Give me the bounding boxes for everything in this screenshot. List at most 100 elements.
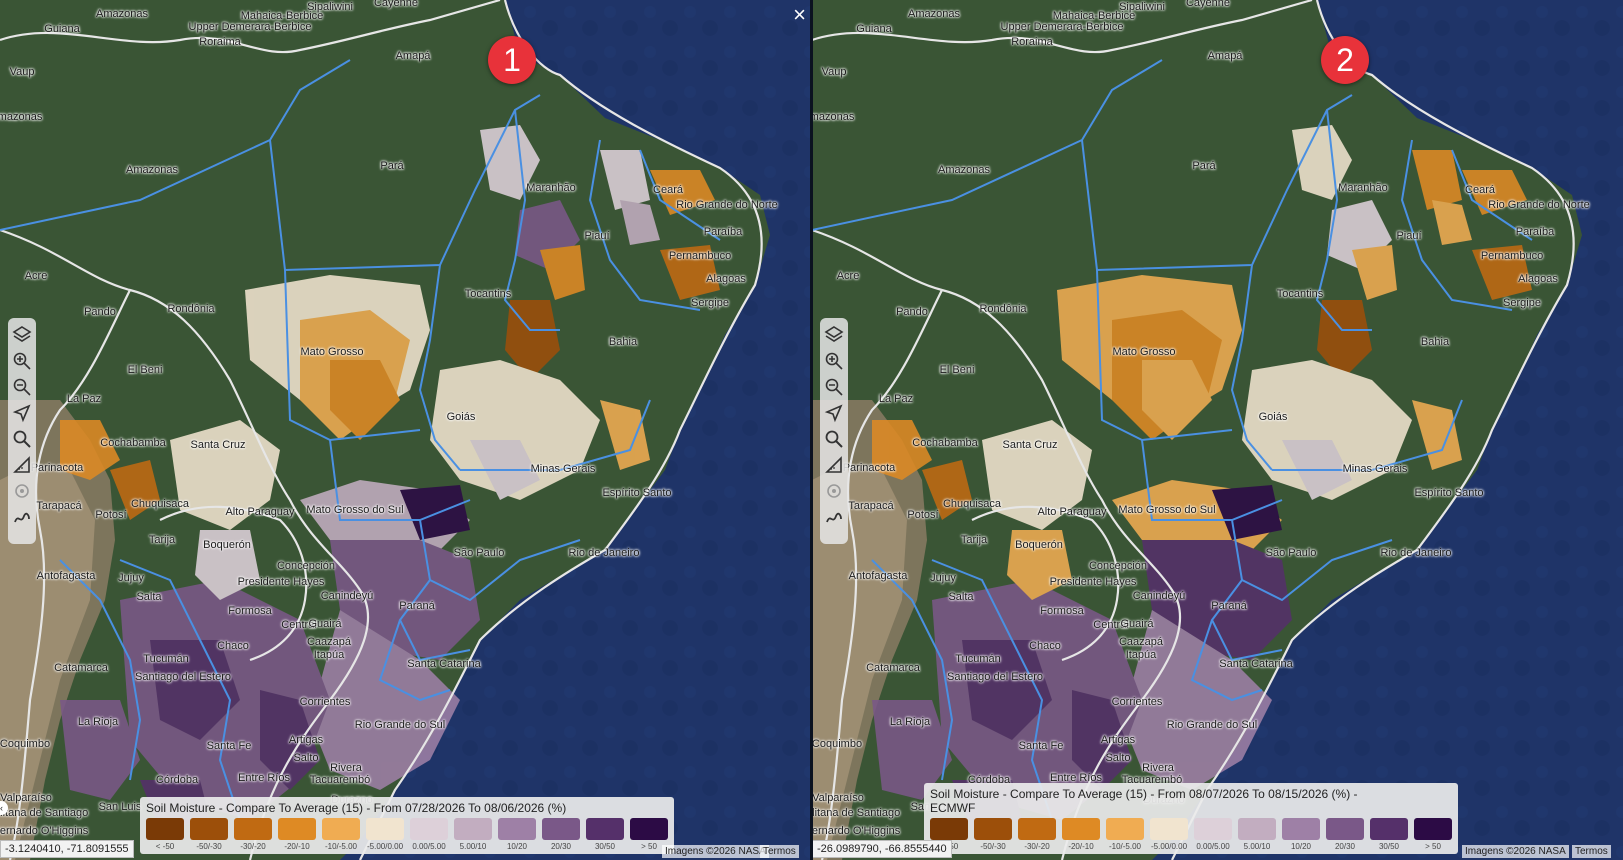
place-label: Rondônia	[167, 303, 215, 315]
legend-swatch	[454, 818, 492, 840]
place-label: Vaup	[9, 66, 35, 78]
search-button[interactable]	[10, 427, 34, 451]
measure-icon	[825, 456, 842, 473]
place-label: Mato Grosso	[300, 346, 364, 358]
terms-link[interactable]: Termos	[760, 845, 799, 858]
place-label: Ceará	[1465, 184, 1495, 196]
coordinate-readout: -26.0989790, -66.8555440	[812, 840, 952, 858]
zoom-out-icon	[13, 378, 31, 396]
place-label: Paraíba	[1515, 226, 1555, 238]
draw-icon	[826, 512, 842, 523]
legend-label: -10/-5.00	[324, 842, 358, 851]
place-label: Amazonas	[938, 164, 990, 176]
legend-item: 5.00/10	[454, 818, 492, 851]
place-label: Cochabamba	[912, 437, 978, 449]
place-label: Antofagasta	[36, 570, 96, 582]
imagery-attribution: Imagens ©2026 NASA	[1462, 845, 1569, 858]
legend-item: -5.00/0.00	[1150, 818, 1188, 851]
place-label: Canindeyú	[320, 590, 374, 602]
legend-item: > 50	[1414, 818, 1452, 851]
legend-label: > 50	[641, 842, 657, 851]
place-label: Alagoas	[706, 273, 746, 285]
map-panel-1[interactable]: Amazonas Guiana Upper Demerara-Berbice Maha…	[0, 0, 812, 860]
layers-button[interactable]	[822, 323, 846, 347]
place-label: Rio Grande do Sul	[1166, 719, 1258, 731]
map-panel-2[interactable]: Amazonas Guiana Upper Demerara-Berbice Maha…	[812, 0, 1623, 860]
place-label: Mato Grosso do Sul	[306, 504, 404, 516]
place-label: Salta	[948, 591, 974, 603]
legend-swatch	[542, 818, 580, 840]
place-label: Alto Paraguay	[1037, 506, 1107, 518]
legend-item: -20/-10	[1062, 818, 1100, 851]
navigate-button[interactable]	[10, 401, 34, 425]
legend-swatch	[146, 818, 184, 840]
legend-label: -10/-5.00	[1108, 842, 1142, 851]
place-label: Pando	[84, 306, 116, 318]
place-label: Sergipe	[1503, 297, 1541, 309]
zoom-out-button[interactable]	[822, 375, 846, 399]
legend-swatch	[278, 818, 316, 840]
place-label: Presidente Hayes	[1049, 576, 1137, 588]
close-icon[interactable]: ×	[793, 2, 806, 28]
place-label: Santa Cruz	[1002, 439, 1058, 451]
place-label: Vaup	[821, 66, 847, 78]
map-canvas[interactable]	[0, 0, 812, 860]
place-label: Pará	[1192, 160, 1216, 172]
place-label: Minas Gerais	[530, 463, 596, 475]
legend-title: Soil Moisture - Compare To Average (15) …	[146, 801, 567, 815]
navigate-button[interactable]	[822, 401, 846, 425]
locate-icon	[15, 484, 29, 498]
legend-item: 0.00/5.00	[1194, 818, 1232, 851]
locate-button[interactable]	[822, 479, 846, 503]
legend-item: 30/50	[586, 818, 624, 851]
legend-item: -30/-20	[234, 818, 272, 851]
place-label: Pando	[896, 306, 928, 318]
place-label: Santa Fe	[1018, 740, 1064, 752]
place-label: Corrientes	[1111, 696, 1163, 708]
place-label: Corrientes	[299, 696, 351, 708]
measure-button[interactable]	[822, 453, 846, 477]
legend-label: 5.00/10	[459, 842, 487, 851]
coordinate-readout: -3.1240410, -71.8091555	[0, 840, 134, 858]
place-label: mazonas	[0, 111, 43, 123]
place-label: Paraná	[399, 600, 435, 612]
zoom-out-button[interactable]	[10, 375, 34, 399]
place-label: Acre	[24, 270, 48, 282]
measure-button[interactable]	[10, 453, 34, 477]
place-label: Maranhão	[526, 182, 576, 194]
draw-button[interactable]	[10, 505, 34, 529]
legend-swatch	[498, 818, 536, 840]
place-label: Bahia	[1420, 336, 1450, 348]
place-label: Guiana	[856, 23, 892, 35]
draw-button[interactable]	[822, 505, 846, 529]
place-label: La Rioja	[77, 716, 119, 728]
place-label: Sipaliwini	[307, 1, 353, 13]
legend-label: 10/20	[506, 842, 528, 851]
map-canvas[interactable]	[812, 0, 1623, 860]
legend-label: -5.00/0.00	[366, 842, 404, 851]
place-label: Alto Paraguay	[225, 506, 295, 518]
panel-number-marker: 2	[1321, 36, 1369, 84]
place-label: La Rioja	[889, 716, 931, 728]
place-label: Tocantins	[464, 288, 512, 300]
place-label: Maranhão	[1338, 182, 1388, 194]
terms-link[interactable]: Termos	[1572, 845, 1611, 858]
zoom-in-button[interactable]	[10, 349, 34, 373]
place-label: Formosa	[1040, 605, 1084, 617]
locate-button[interactable]	[10, 479, 34, 503]
navigate-icon	[12, 404, 31, 423]
zoom-in-button[interactable]	[822, 349, 846, 373]
layers-button[interactable]	[10, 323, 34, 347]
place-label: São Paulo	[1265, 547, 1317, 559]
search-button[interactable]	[822, 427, 846, 451]
place-label: La Paz	[66, 393, 102, 405]
place-label: São Paulo	[453, 547, 505, 559]
legend-label: 0.00/5.00	[412, 842, 446, 851]
legend-swatch	[1326, 818, 1364, 840]
place-label: Paraíba	[703, 226, 743, 238]
place-label: Espírito Santo	[1414, 487, 1484, 499]
legend-label: -30/-20	[1024, 842, 1050, 851]
legend-swatch	[974, 818, 1012, 840]
legend-item: 10/20	[498, 818, 536, 851]
place-label: Amapá	[1207, 50, 1243, 62]
